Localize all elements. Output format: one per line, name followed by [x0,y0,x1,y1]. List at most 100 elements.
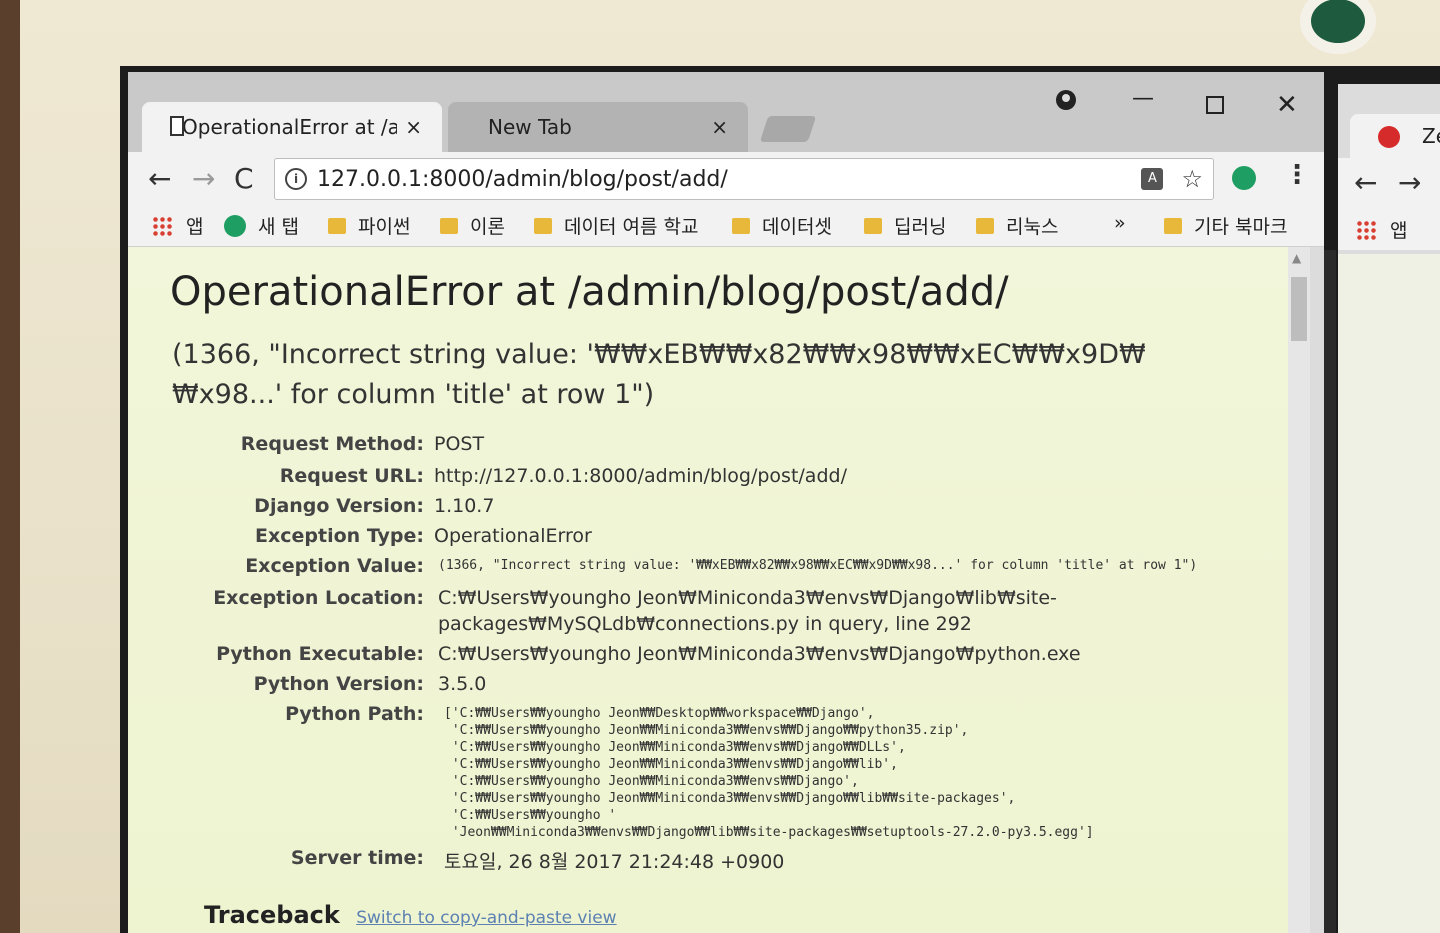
bookmark-datasets[interactable]: 데이터셋 [732,212,832,239]
meta-key: Django Version: [254,495,424,517]
folder-icon [328,217,346,234]
bookmark-apps[interactable]: 앱 [152,212,203,239]
tab-close-icon[interactable]: × [405,115,422,139]
python-path-line: 'C:₩₩Users₩₩youngho Jeon₩₩Miniconda3₩₩en… [444,757,898,772]
scroll-thumb[interactable] [1291,277,1307,341]
back-arrow-icon[interactable]: ← [148,162,171,195]
folder-icon [440,217,458,234]
tab-strip: OperationalError at /adr × New Tab × — ✕ [128,72,1324,152]
close-window-icon[interactable]: ✕ [1276,90,1298,120]
switch-view-link[interactable]: Switch to copy-and-paste view [356,908,616,928]
meta-key: Python Executable: [216,643,424,665]
site-favicon-icon [1378,126,1400,148]
folder-icon [1164,217,1182,234]
bookmark-label: 기타 북마크 [1194,216,1288,238]
info-icon[interactable]: i [285,168,307,190]
address-bar[interactable]: i 127.0.0.1:8000/admin/blog/post/add/ A … [274,158,1214,200]
browser-window: OperationalError at /adr × New Tab × — ✕… [128,72,1324,933]
meta-value: http://127.0.0.1:8000/admin/blog/post/ad… [434,465,847,487]
bookmark-label: 딥러닝 [894,216,947,238]
meta-key: Exception Type: [255,525,424,547]
bookmark-apps[interactable]: 앱 [1356,216,1407,243]
python-path-line: 'C:₩₩Users₩₩youngho ' [444,808,617,823]
bookmark-label: 앱 [1390,220,1408,242]
forward-arrow-icon[interactable]: → [1398,166,1421,199]
python-path-line: 'C:₩₩Users₩₩youngho Jeon₩₩Miniconda3₩₩en… [444,740,906,755]
apps-grid-icon [152,215,172,236]
page-scrollbar[interactable]: ▲ [1288,247,1310,933]
reload-icon[interactable]: C [234,162,254,195]
python-path-list: ['C:₩₩Users₩₩youngho Jeon₩₩Desktop₩₩work… [444,705,1094,841]
apps-grid-icon [1356,219,1376,240]
folder-icon [534,217,552,234]
second-window-bookmarks-bar: 앱 [1338,210,1440,250]
translate-icon[interactable]: A [1141,168,1164,190]
folder-icon [976,217,994,234]
tab-label: OperationalError at /adr [182,115,398,139]
error-message: (1366, "Incorrect string value: '₩₩xEB₩₩… [172,339,1146,410]
bookmark-label: 앱 [186,216,204,238]
second-window-content [1338,254,1440,933]
error-title: OperationalError at /admin/blog/post/add… [170,269,1009,315]
meta-value: C:₩Users₩youngho Jeon₩Miniconda3₩envs₩Dj… [438,643,1081,665]
maximize-icon[interactable] [1206,96,1224,114]
bookmark-linux[interactable]: 리눅스 [976,212,1058,239]
second-window-toolbar: ← → [1338,158,1440,210]
bookmark-data-summer-school[interactable]: 데이터 여름 학교 [534,212,698,239]
profile-icon[interactable] [1056,90,1076,110]
bookmark-label: 이론 [470,216,505,238]
back-arrow-icon[interactable]: ← [1354,166,1377,199]
page-content: OperationalError at /admin/blog/post/add… [128,247,1288,933]
forward-arrow-icon[interactable]: → [192,162,215,195]
meta-key: Request URL: [279,465,424,487]
traceback-heading: Traceback Switch to copy-and-paste view [204,901,617,929]
new-tab-button[interactable] [759,116,817,142]
bookmark-deep-learning[interactable]: 딥러닝 [864,212,946,239]
meta-value: 1.10.7 [434,495,495,517]
meta-value: OperationalError [434,525,592,547]
bookmark-label: 데이터셋 [762,216,832,238]
menu-kebab-icon[interactable]: ⋮ [1284,160,1310,190]
bookmark-python[interactable]: 파이썬 [328,212,410,239]
green-dot-icon [224,214,246,237]
meta-value-line: C:₩Users₩youngho Jeon₩Miniconda3₩envs₩Dj… [438,587,1057,609]
python-path-line: 'C:₩₩Users₩₩youngho Jeon₩₩Miniconda3₩₩en… [444,774,859,789]
url-text[interactable]: 127.0.0.1:8000/admin/blog/post/add/ [317,167,1141,192]
bookmark-theory[interactable]: 이론 [440,212,505,239]
meta-key: Server time: [290,847,424,869]
second-browser-window: Zer ← → 앱 [1338,84,1440,933]
bookmarks-overflow-button[interactable]: » [1114,212,1126,234]
python-path-line: ['C:₩₩Users₩₩youngho Jeon₩₩Desktop₩₩work… [444,706,875,721]
tab-operational-error[interactable]: OperationalError at /adr × [142,102,442,152]
folder-icon [732,217,750,234]
tab-close-icon[interactable]: × [711,115,728,139]
minimize-icon[interactable]: — [1132,86,1154,111]
document-icon [170,116,184,136]
meta-value: (1366, "Incorrect string value: '₩₩xEB₩₩… [438,558,1198,573]
python-path-line: 'Jeon₩₩Miniconda3₩₩envs₩₩Django₩₩lib₩₩si… [444,825,1094,840]
bookmark-star-icon[interactable]: ☆ [1181,165,1203,193]
bookmark-label: 리눅스 [1006,216,1059,238]
bookmark-other[interactable]: 기타 북마크 [1164,212,1287,239]
meta-key: Python Version: [253,673,424,695]
meta-value: POST [434,433,485,455]
bookmark-label: 새 탭 [258,216,299,238]
bookmarks-bar: 앱 새 탭 파이썬 이론 데이터 여름 학교 데이터셋 딥러닝 리눅스 » 기타… [128,206,1324,247]
browser-toolbar: ← → C i 127.0.0.1:8000/admin/blog/post/a… [128,152,1324,206]
python-path-line: 'C:₩₩Users₩₩youngho Jeon₩₩Miniconda3₩₩en… [444,723,969,738]
scroll-up-arrow-icon[interactable]: ▲ [1292,251,1301,265]
python-path-line: 'C:₩₩Users₩₩youngho Jeon₩₩Miniconda3₩₩en… [444,791,1016,806]
extension-icon[interactable] [1232,166,1256,190]
tab-label: New Tab [488,115,572,139]
bookmark-label: 파이썬 [358,216,411,238]
tab-label: Zer [1422,124,1440,148]
meta-key: Python Path: [285,703,424,725]
meta-value: 3.5.0 [438,673,487,695]
bookmark-label: 데이터 여름 학교 [564,216,699,238]
meta-value-line: packages₩MySQLdb₩connections.py in query… [438,613,972,635]
meta-value: 토요일, 26 8월 2017 21:24:48 +0900 [444,851,785,873]
bookmark-new-tab[interactable]: 새 탭 [224,212,299,239]
folder-icon [864,217,882,234]
tab-new-tab[interactable]: New Tab × [448,102,748,152]
meta-key: Exception Location: [213,587,424,609]
